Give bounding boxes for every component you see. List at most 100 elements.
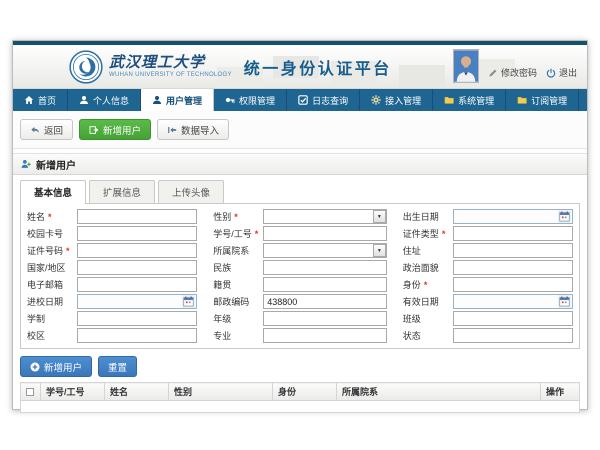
toolbar: 返回 新增用户 数据导入 <box>13 111 587 149</box>
new-user-button-label: 新增用户 <box>103 123 141 137</box>
field-label: 政治面貌 <box>403 261 453 274</box>
column-header-5: 操作 <box>541 383 580 401</box>
chevron-down-icon[interactable]: ▼ <box>373 210 386 223</box>
nav-item-system-management[interactable]: 系统管理 <box>433 89 506 111</box>
user-avatar[interactable] <box>453 49 479 83</box>
calendar-icon[interactable] <box>558 210 571 223</box>
campus-input[interactable] <box>77 328 197 343</box>
field-label: 班级 <box>403 312 453 325</box>
name-input[interactable] <box>77 209 197 224</box>
id-number-input[interactable] <box>77 243 197 258</box>
field-label: 进校日期 <box>27 295 77 308</box>
nav-item-home[interactable]: 首页 <box>13 89 68 111</box>
select-all-checkbox[interactable] <box>26 388 34 396</box>
calendar-icon[interactable] <box>182 295 195 308</box>
column-header-2: 性别 <box>169 383 273 401</box>
field-enroll-date: 进校日期 <box>27 294 197 309</box>
field-label: 有效日期 <box>403 295 453 308</box>
field-label-text: 校园卡号 <box>27 227 63 240</box>
change-password-link[interactable]: 修改密码 <box>488 66 537 79</box>
chevron-down-icon[interactable]: ▼ <box>373 244 386 257</box>
field-address: 住址 <box>403 243 573 258</box>
calendar-icon[interactable] <box>558 295 571 308</box>
tab-extended-info[interactable]: 扩展信息 <box>89 180 155 203</box>
column-header-4: 所属院系 <box>337 383 541 401</box>
user-icon <box>152 95 162 105</box>
valid-date-input[interactable] <box>453 294 573 309</box>
field-valid-date: 有效日期 <box>403 294 573 309</box>
field-label: 身份* <box>403 278 453 291</box>
required-marker: * <box>66 246 70 256</box>
nav-item-permission-management[interactable]: 权限管理 <box>214 89 287 111</box>
nav-item-subscription-management[interactable]: 订阅管理 <box>506 89 579 111</box>
field-label-text: 姓名 <box>27 210 45 223</box>
column-header-1: 姓名 <box>105 383 169 401</box>
student-id-input[interactable] <box>263 226 387 241</box>
field-id-number: 证件号码* <box>27 243 197 258</box>
field-label-text: 校区 <box>27 329 45 342</box>
gender-select[interactable]: ▼ <box>263 209 387 224</box>
class-input[interactable] <box>453 311 573 326</box>
field-label-text: 年级 <box>213 312 231 325</box>
gear-icon <box>371 95 381 105</box>
birth-date-input[interactable] <box>453 209 573 224</box>
native-place-input[interactable] <box>263 277 387 292</box>
field-label: 国家/地区 <box>27 261 77 274</box>
form-actions: 新增用户 重置 <box>20 356 580 377</box>
field-label-text: 专业 <box>213 329 231 342</box>
study-length-input[interactable] <box>77 311 197 326</box>
address-input[interactable] <box>453 243 573 258</box>
status-input[interactable] <box>453 328 573 343</box>
home-icon <box>24 95 34 105</box>
university-name-block: 武汉理工大学 WUHAN UNIVERSITY OF TECHNOLOGY <box>109 55 232 79</box>
postal-code-input[interactable]: 438800 <box>263 294 387 309</box>
field-label: 学号/工号* <box>213 227 263 240</box>
field-value: 438800 <box>267 297 383 307</box>
enroll-date-input[interactable] <box>77 294 197 309</box>
field-label-text: 身份 <box>403 278 421 291</box>
political-status-input[interactable] <box>453 260 573 275</box>
campus-card-no-input[interactable] <box>77 226 197 241</box>
nav-item-log-query[interactable]: 日志查询 <box>287 89 360 111</box>
grade-input[interactable] <box>263 311 387 326</box>
major-input[interactable] <box>263 328 387 343</box>
ethnicity-input[interactable] <box>263 260 387 275</box>
department-select[interactable]: ▼ <box>263 243 387 258</box>
required-marker: * <box>424 280 428 290</box>
id-type-input[interactable] <box>453 226 573 241</box>
identity-input[interactable] <box>453 277 573 292</box>
pencil-icon <box>488 68 498 78</box>
field-gender: 性别* ▼ <box>213 209 387 224</box>
country-region-input[interactable] <box>77 260 197 275</box>
new-user-button[interactable]: 新增用户 <box>79 119 151 140</box>
folder-icon <box>444 95 454 105</box>
back-button-label: 返回 <box>44 123 63 137</box>
field-grade: 年级 <box>213 311 387 326</box>
header-right: 修改密码 退出 <box>453 49 577 83</box>
nav-item-access-management[interactable]: 接入管理 <box>360 89 433 111</box>
tab-upload-avatar[interactable]: 上传头像 <box>158 180 224 203</box>
user-plus-icon <box>21 159 31 169</box>
section-title: 新增用户 <box>36 157 76 172</box>
field-label-text: 学制 <box>27 312 45 325</box>
data-import-button[interactable]: 数据导入 <box>157 119 229 140</box>
reset-button[interactable]: 重置 <box>98 356 137 377</box>
tab-basic-info[interactable]: 基本信息 <box>20 180 86 204</box>
nav-item-user-management[interactable]: 用户管理 <box>141 89 214 111</box>
required-marker: * <box>442 229 446 239</box>
user-icon <box>79 95 89 105</box>
section-header: 新增用户 <box>13 153 587 175</box>
nav-item-label: 系统管理 <box>458 94 494 107</box>
nav-item-personal-info[interactable]: 个人信息 <box>68 89 141 111</box>
nav-item-label: 个人信息 <box>93 94 129 107</box>
main-nav: 首页 个人信息用户管理权限管理日志查询 接入管理 系统管理订阅管理 <box>13 89 587 111</box>
field-label: 住址 <box>403 244 453 257</box>
logout-link[interactable]: 退出 <box>546 66 577 79</box>
field-label: 籍贯 <box>213 278 263 291</box>
field-label: 性别* <box>213 210 263 223</box>
header: 武汉理工大学 WUHAN UNIVERSITY OF TECHNOLOGY 统一… <box>13 45 587 89</box>
email-input[interactable] <box>77 277 197 292</box>
nav-item-label: 接入管理 <box>385 94 421 107</box>
submit-new-user-button[interactable]: 新增用户 <box>20 356 92 377</box>
back-button[interactable]: 返回 <box>20 119 73 140</box>
